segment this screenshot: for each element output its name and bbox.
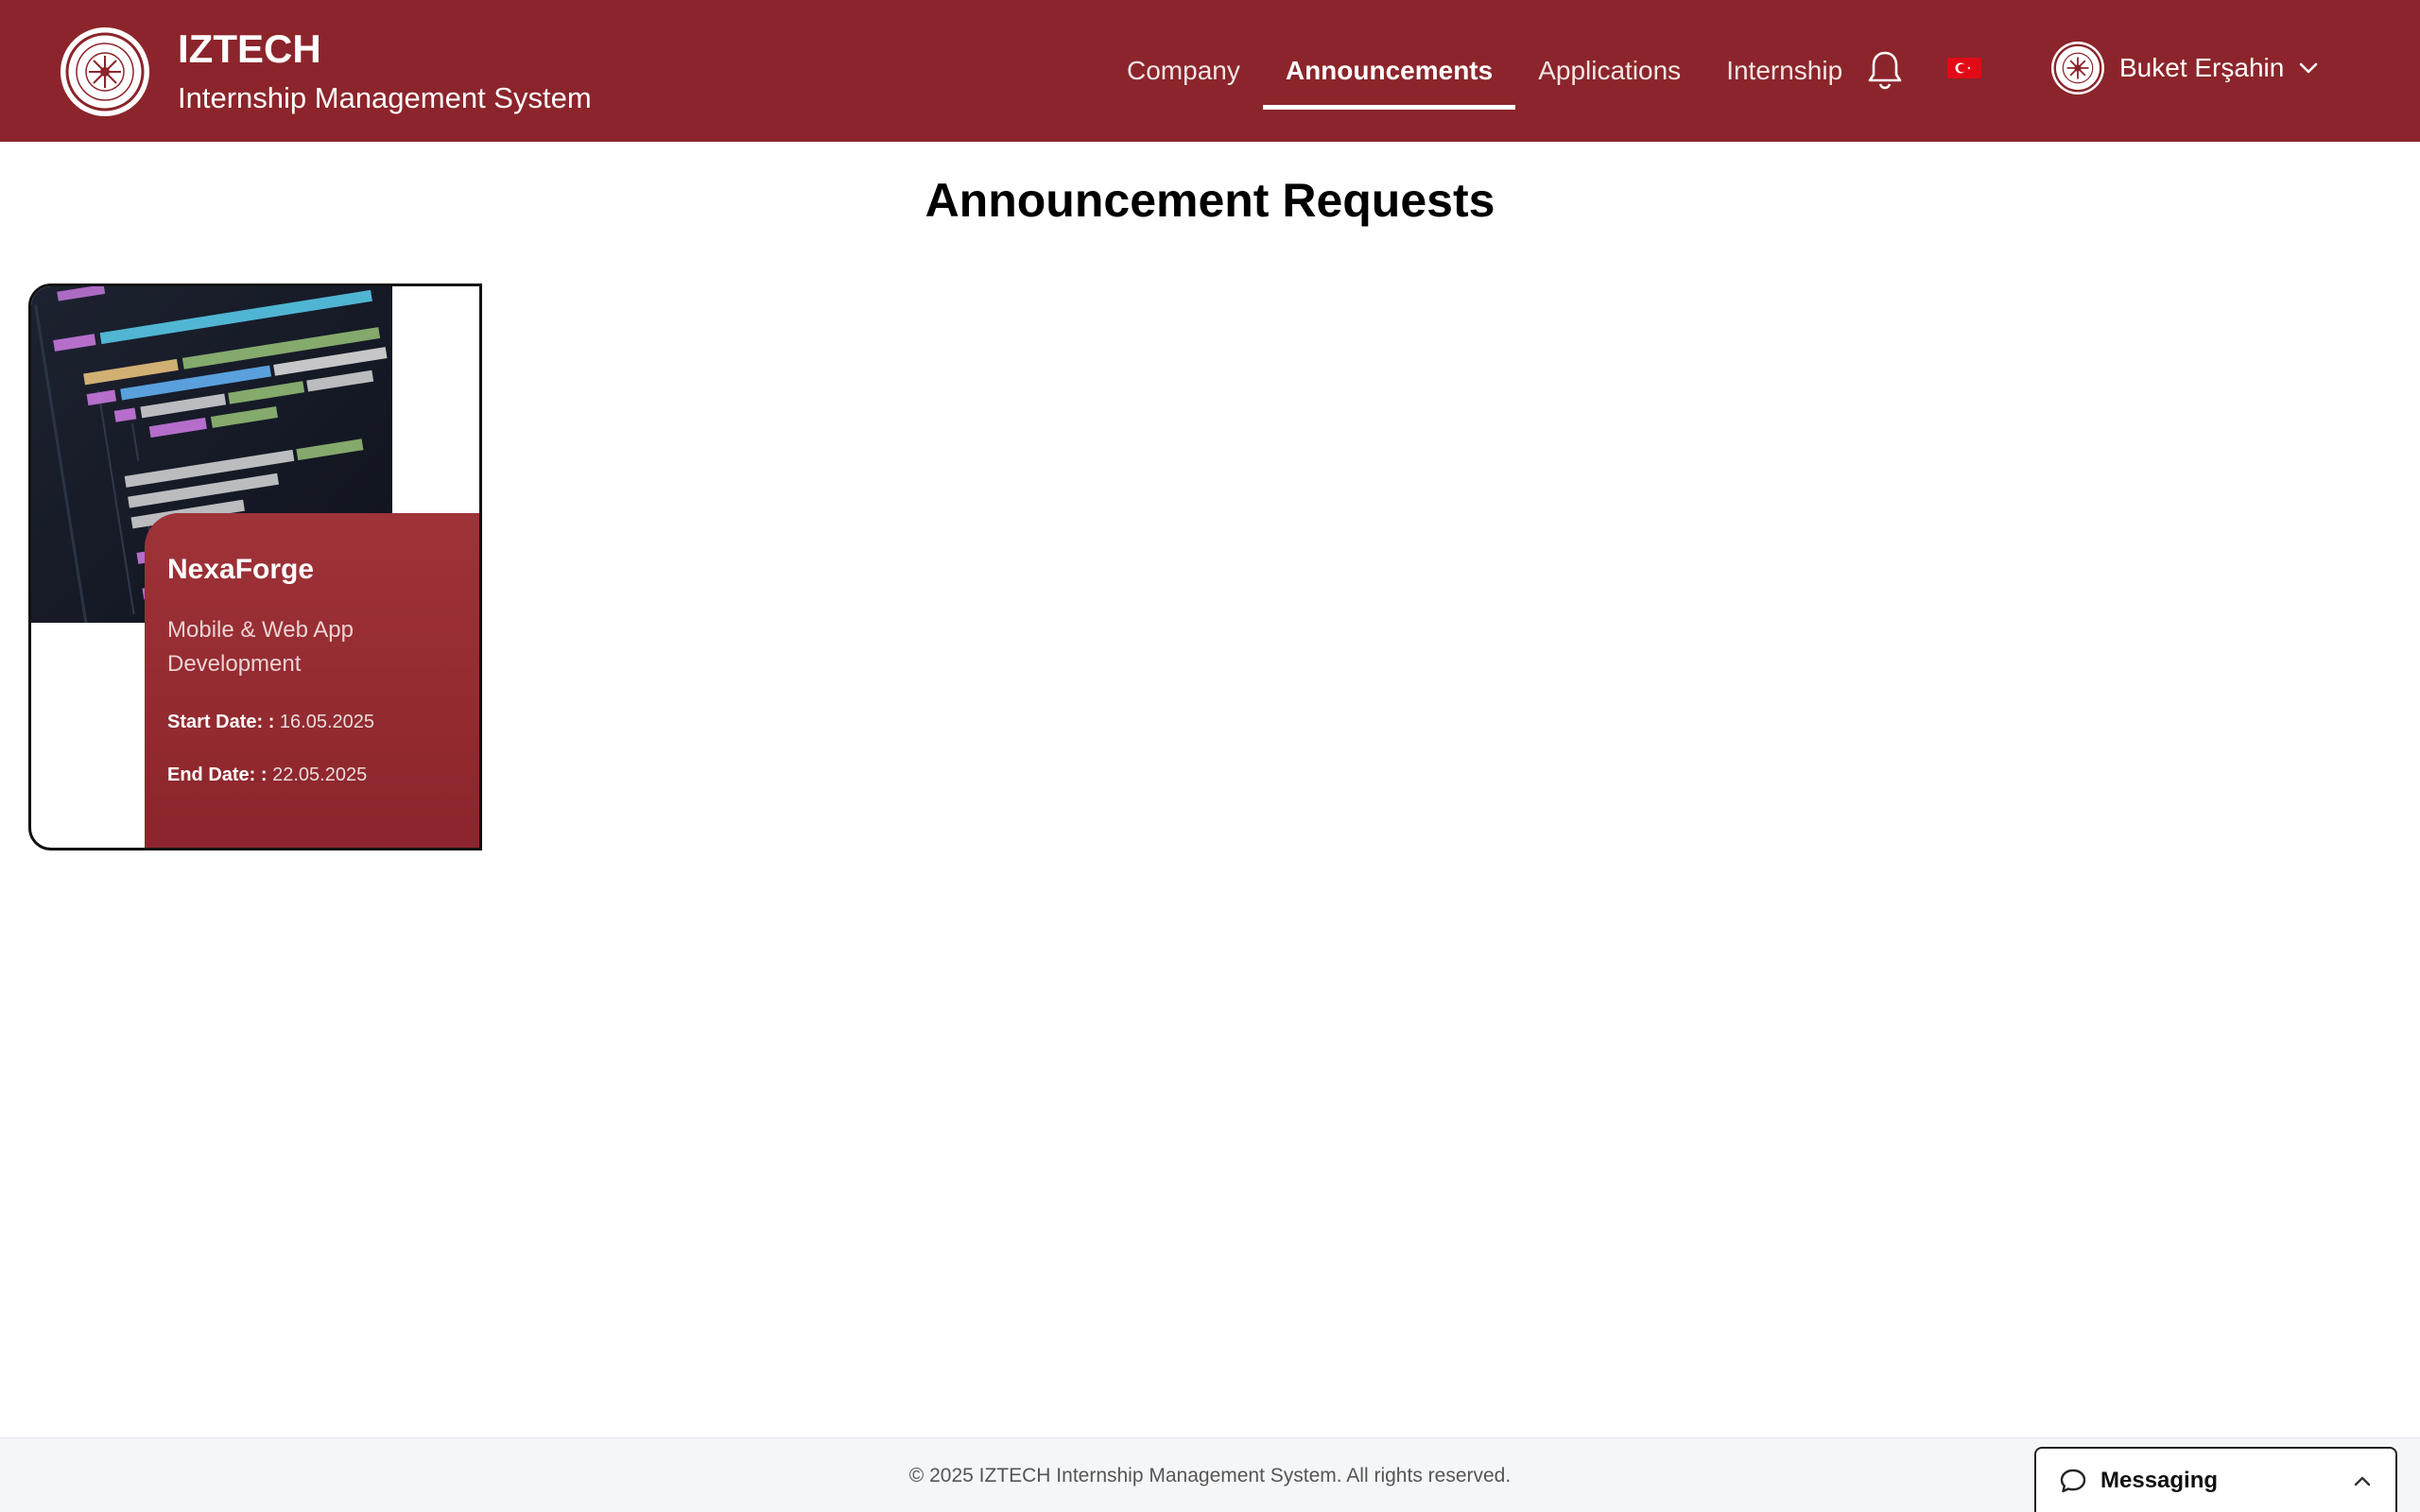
university-seal-icon — [60, 27, 149, 116]
main-nav: Company Announcements Applications Inter… — [1104, 0, 1865, 142]
start-date-label: Start Date: : — [167, 712, 275, 732]
top-navbar: IZTECH Internship Management System Comp… — [0, 0, 2420, 142]
start-date-value: 16.05.2025 — [279, 712, 375, 732]
user-name: Buket Erşahin — [2119, 53, 2285, 82]
nav-internship[interactable]: Internship — [1703, 0, 1865, 142]
nav-company[interactable]: Company — [1104, 0, 1263, 142]
messaging-label: Messaging — [2100, 1467, 2219, 1493]
university-seal-icon — [2053, 43, 2102, 93]
bell-icon[interactable] — [1866, 49, 1904, 91]
page-title: Announcement Requests — [925, 174, 1495, 227]
chevron-down-icon — [2300, 62, 2318, 74]
avatar — [2051, 42, 2104, 94]
end-date-value: 22.05.2025 — [272, 765, 368, 785]
end-date-label: End Date: : — [167, 765, 268, 785]
nav-announcements[interactable]: Announcements — [1262, 0, 1516, 142]
chevron-up-icon[interactable] — [2352, 1471, 2373, 1492]
app-title: IZTECH — [178, 26, 321, 71]
internship-field: Mobile & Web App Development — [167, 617, 354, 677]
user-menu[interactable]: Buket Erşahin — [2051, 42, 2320, 94]
chat-bubble-icon — [2060, 1469, 2086, 1492]
start-date-row: Start Date: : 16.05.2025 — [167, 710, 479, 734]
end-date-row: End Date: : 22.05.2025 — [167, 763, 479, 787]
card-info-panel: NexaForge Mobile & Web App Development S… — [145, 513, 479, 848]
brand[interactable]: IZTECH Internship Management System — [60, 26, 592, 117]
company-name: NexaForge — [167, 554, 315, 585]
announcement-card[interactable]: NexaForge Mobile & Web App Development S… — [28, 284, 482, 850]
messaging-widget[interactable]: Messaging — [2034, 1447, 2397, 1512]
nav-applications[interactable]: Applications — [1515, 0, 1703, 142]
app-subtitle: Internship Management System — [178, 81, 592, 114]
turkish-flag-icon[interactable] — [1947, 58, 1981, 78]
